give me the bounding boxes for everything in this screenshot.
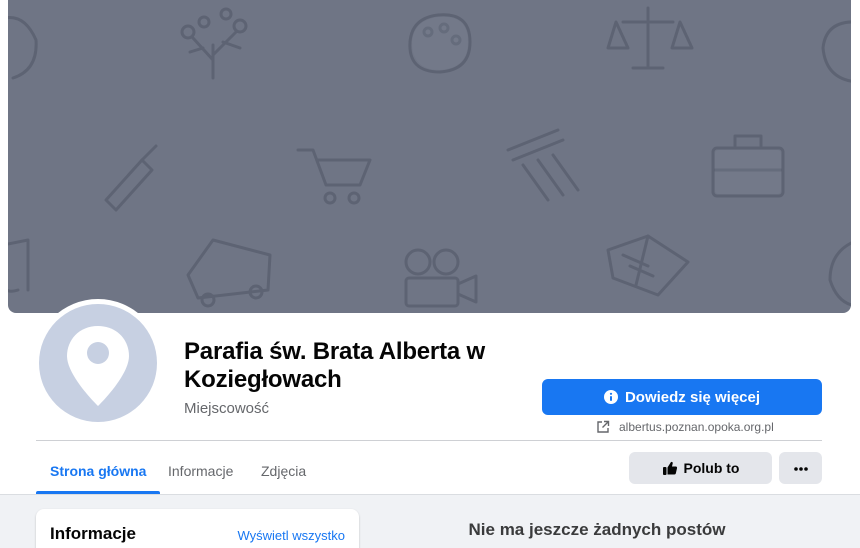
ornament-icon: [828, 241, 851, 307]
scale-icon: [606, 6, 694, 70]
apple-right-icon: [821, 20, 851, 83]
facebook-page: Parafia św. Brata Alberta w Koziegłowach…: [0, 0, 860, 548]
like-label: Polub to: [683, 460, 740, 476]
tab-photos[interactable]: Zdjęcia: [248, 448, 319, 494]
cover-pattern: [8, 6, 851, 308]
tab-home[interactable]: Strona główna: [36, 448, 161, 494]
info-circle-icon: [603, 390, 618, 404]
music-note-icon: [8, 238, 30, 293]
tree-icon: [180, 7, 248, 80]
external-link-icon: [596, 420, 610, 434]
page-title: Parafia św. Brata Alberta w Koziegłowach: [184, 338, 485, 393]
like-button[interactable]: Polub to: [629, 452, 772, 484]
website-link[interactable]: albertus.poznan.opoka.org.pl: [596, 420, 774, 434]
apple-icon: [8, 16, 38, 80]
thumbs-up-icon: [662, 460, 678, 476]
info-card: Informacje Wyświetl wszystko: [36, 509, 359, 548]
film-camera-icon: [404, 248, 478, 308]
see-all-link[interactable]: Wyświetl wszystko: [237, 528, 345, 543]
header-divider: [36, 440, 822, 441]
learn-more-button[interactable]: Dowiedz się więcej: [542, 379, 822, 415]
book-icon: [606, 234, 690, 297]
more-dots-icon: [793, 459, 809, 477]
website-url: albertus.poznan.opoka.org.pl: [619, 420, 774, 434]
paintbrush-icon: [104, 144, 158, 212]
location-pin-icon: [67, 326, 129, 406]
tab-info[interactable]: Informacje: [154, 448, 247, 494]
learn-more-label: Dowiedz się więcej: [624, 388, 761, 406]
column-icon: [506, 128, 580, 202]
page-category: Miejscowość: [184, 400, 270, 417]
info-card-title: Informacje: [50, 524, 136, 543]
no-posts-message: Nie ma jeszcze żadnych postów: [468, 520, 726, 539]
car-icon: [186, 238, 272, 308]
more-options-button[interactable]: [779, 452, 822, 484]
cart-icon: [296, 148, 372, 205]
cover-photo[interactable]: [8, 0, 851, 313]
avatar[interactable]: [39, 304, 157, 422]
